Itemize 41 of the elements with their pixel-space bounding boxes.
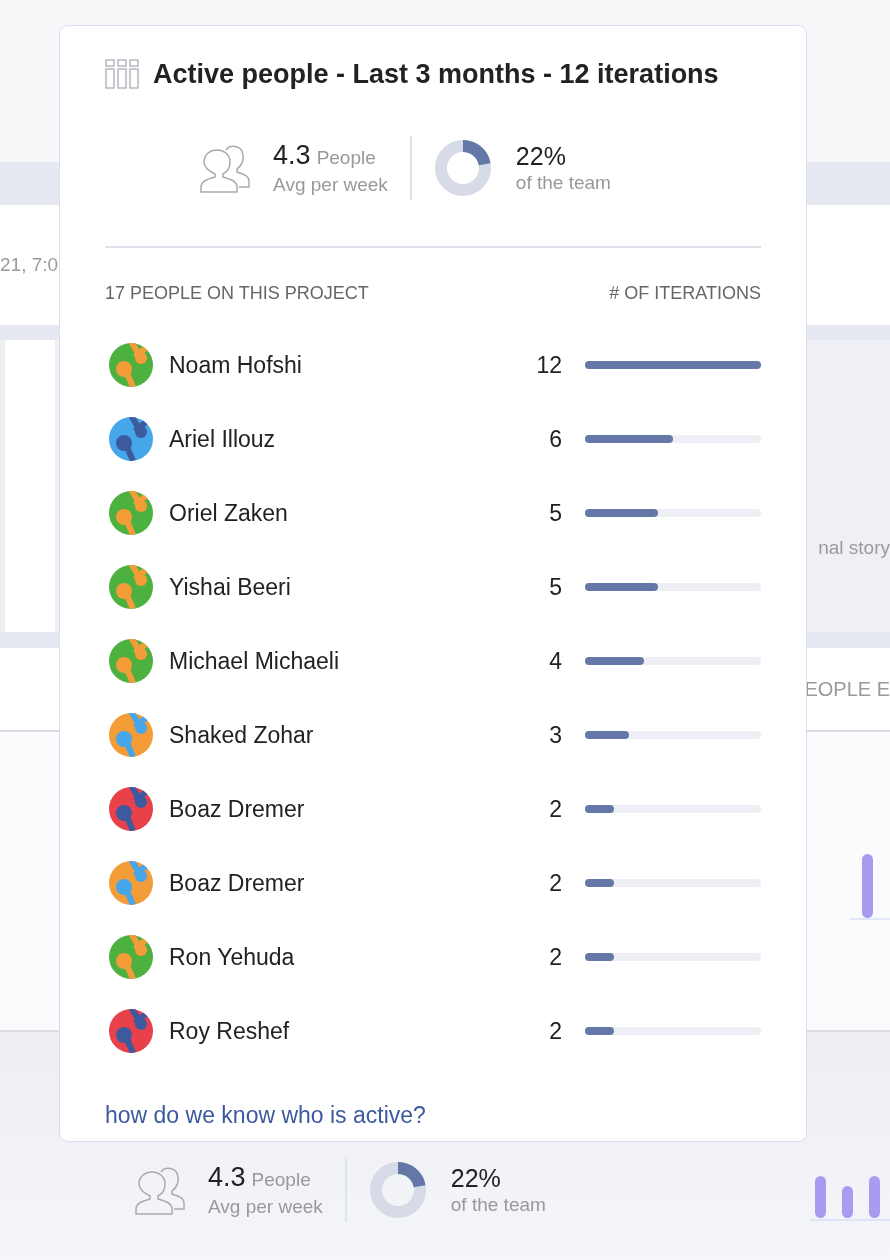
people-unit: People [316,145,376,170]
team-percent: 22% [450,1163,502,1193]
iteration-count: 2 [549,795,562,823]
people-caption: Avg per week [273,172,388,197]
iteration-count: 5 [549,573,562,601]
donut-chart [368,1161,427,1219]
help-link[interactable]: how do we know who is active? [105,1102,426,1129]
person-name: Boaz Dremer [169,869,306,897]
iteration-count: 2 [549,943,562,971]
person-name: Ron Yehuda [169,943,296,971]
people-count: 4.3 [273,139,311,170]
section-heading: EOPLE E [804,677,890,701]
legend-label: nal story [818,537,890,559]
donut-chart [433,139,492,197]
iteration-count: 5 [549,499,562,527]
person-name: Shaked Zohar [169,721,315,749]
people-unit: People [251,1167,311,1192]
popup-title: Active people - Last 3 months - 12 iterations [153,58,719,91]
iteration-count: 4 [549,647,562,675]
timestamp-text: 21, 7:0 [0,254,59,276]
person-name: Noam Hofshi [169,351,303,379]
iteration-count: 2 [549,1017,562,1045]
person-name: Roy Reshef [169,1017,291,1045]
person-name: Oriel Zaken [169,499,289,527]
people-count: 4.3 [208,1161,246,1192]
person-name: Boaz Dremer [169,795,306,823]
column-header: # OF ITERATIONS [609,282,761,304]
iteration-count: 2 [549,869,562,897]
iteration-count: 3 [549,721,562,749]
person-name: Michael Michaeli [169,647,340,675]
team-percent: 22% [515,141,567,171]
bar-chart-drawing [850,854,890,920]
team-caption: of the team [515,171,611,195]
column-header: 17 PEOPLE ON THIS PROJECT [105,282,369,304]
people-caption: Avg per week [208,1194,323,1219]
team-caption: of the team [450,1193,546,1217]
columns-icon [105,59,139,89]
person-name: Ariel Illouz [169,425,277,453]
iteration-count: 6 [549,425,562,453]
person-name: Yishai Beeri [169,573,292,601]
iteration-count: 12 [536,351,562,379]
